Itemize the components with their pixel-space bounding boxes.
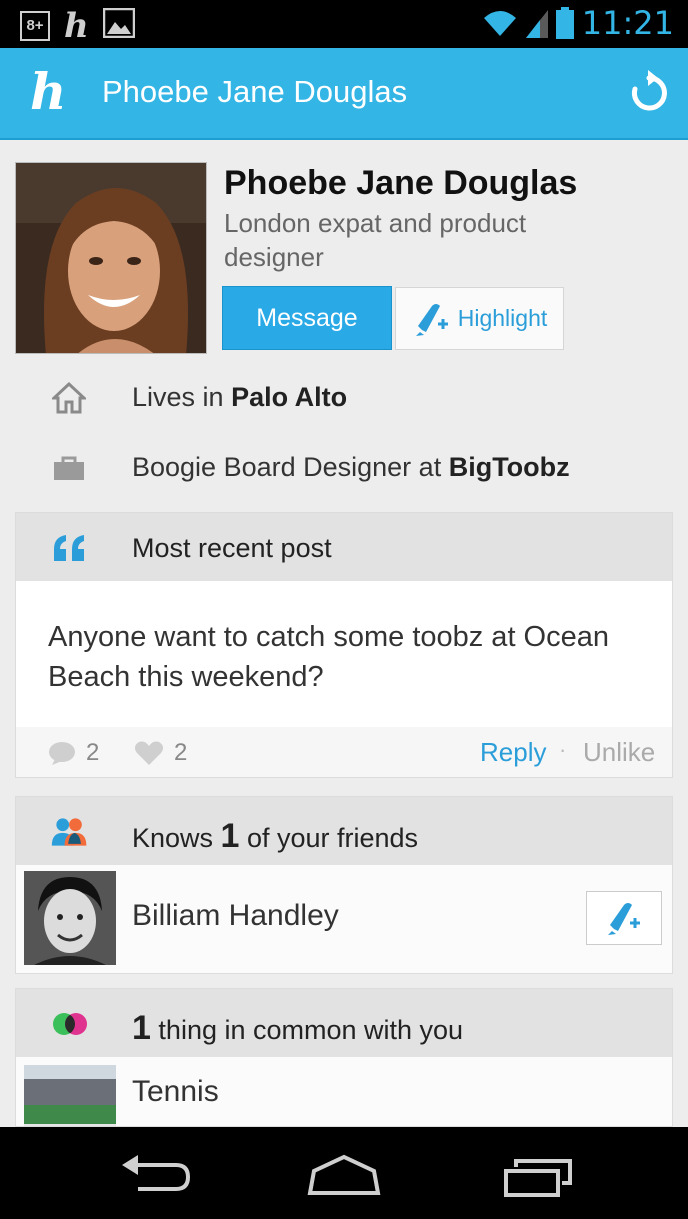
highlight-button-label: Highlight [457,305,548,331]
tennis-image [24,1065,116,1126]
wifi-icon [483,11,516,36]
message-button[interactable]: Message [222,286,392,350]
list-item[interactable]: Billiam Handley [16,865,672,973]
list-item[interactable]: Tennis [16,1057,672,1126]
like-count[interactable]: 2 [134,739,187,767]
recent-post-header: Most recent post [16,513,672,581]
clock: 11:21 [581,4,674,42]
reply-link[interactable]: Reply [480,737,546,768]
message-button-label: Message [256,303,358,332]
briefcase-icon [54,456,84,480]
post-text: Anyone want to catch some toobz at Ocean… [48,621,609,693]
like-count-value: 2 [174,739,188,766]
battery-icon [555,7,574,39]
lives-in-row: Lives in Palo Alto [0,368,688,428]
comment-icon [49,742,75,765]
recent-post-card: Most recent post Anyone want to catch so… [15,512,673,778]
profile-photo[interactable] [15,162,207,354]
status-bar: 8+ h 11:21 [0,0,688,48]
home-icon [52,381,86,414]
recent-post-title: Most recent post [132,533,332,563]
comment-count-value: 2 [86,739,100,766]
highlighter-plus-icon [415,303,448,336]
highlighter-plus-icon [608,903,640,935]
recent-apps-icon[interactable] [500,1153,580,1197]
quote-icon [54,535,84,561]
system-nav-bar [0,1127,688,1219]
back-icon[interactable] [114,1153,194,1197]
mutual-friends-prefix: Knows [132,823,221,853]
h-app-icon: h [64,9,89,43]
comment-count[interactable]: 2 [48,739,99,767]
job-title: Boogie Board Designer at [132,452,449,482]
google-plus-label: 8+ [26,17,44,34]
heart-icon [134,741,164,765]
unlike-link[interactable]: Unlike [583,737,655,768]
image-icon [102,7,135,43]
mutual-friends-suffix: of your friends [239,823,419,853]
mutual-friends-count: 1 [220,817,240,855]
things-in-common-card: 1 thing in common with you Tennis [15,988,673,1127]
highlight-friend-button[interactable] [586,891,662,945]
people-icon [51,818,87,846]
things-in-common-title: 1 thing in common with you [132,1009,463,1048]
home-nav-icon[interactable] [304,1153,384,1197]
things-in-common-header: 1 thing in common with you [16,989,672,1057]
things-in-common-count: 1 [132,1009,151,1047]
friend-name: Billiam Handley [132,899,339,932]
h-app-label: h [64,5,89,46]
refresh-icon[interactable] [626,70,672,116]
profile-name: Phoebe Jane Douglas [224,164,578,202]
mutual-friends-header: Knows 1 of your friends [16,797,672,865]
things-in-common-suffix: thing in common with you [150,1015,464,1045]
job-company: BigToobz [448,452,570,482]
common-item-name: Tennis [132,1075,219,1108]
lives-in-place: Palo Alto [231,382,348,412]
highlight-button[interactable]: Highlight [395,287,564,350]
page-title: Phoebe Jane Douglas [102,74,408,109]
mutual-friends-title: Knows 1 of your friends [132,817,418,856]
friend-avatar[interactable] [24,871,116,965]
lives-in-prefix: Lives in [132,382,232,412]
job-row: Boogie Board Designer at BigToobz [0,438,688,498]
app-logo-icon[interactable]: h [30,66,70,118]
action-bar: h Phoebe Jane Douglas [0,48,688,140]
profile-tagline: London expat and product designer [224,208,527,272]
overlap-circles-icon [53,1013,87,1035]
mutual-friends-card: Knows 1 of your friends Billiam Handley [15,796,673,974]
signal-icon [525,10,548,38]
action-separator: · [559,737,567,762]
post-actions: 2 2 Reply · Unlike [16,727,672,777]
google-plus-icon: 8+ [20,10,50,41]
